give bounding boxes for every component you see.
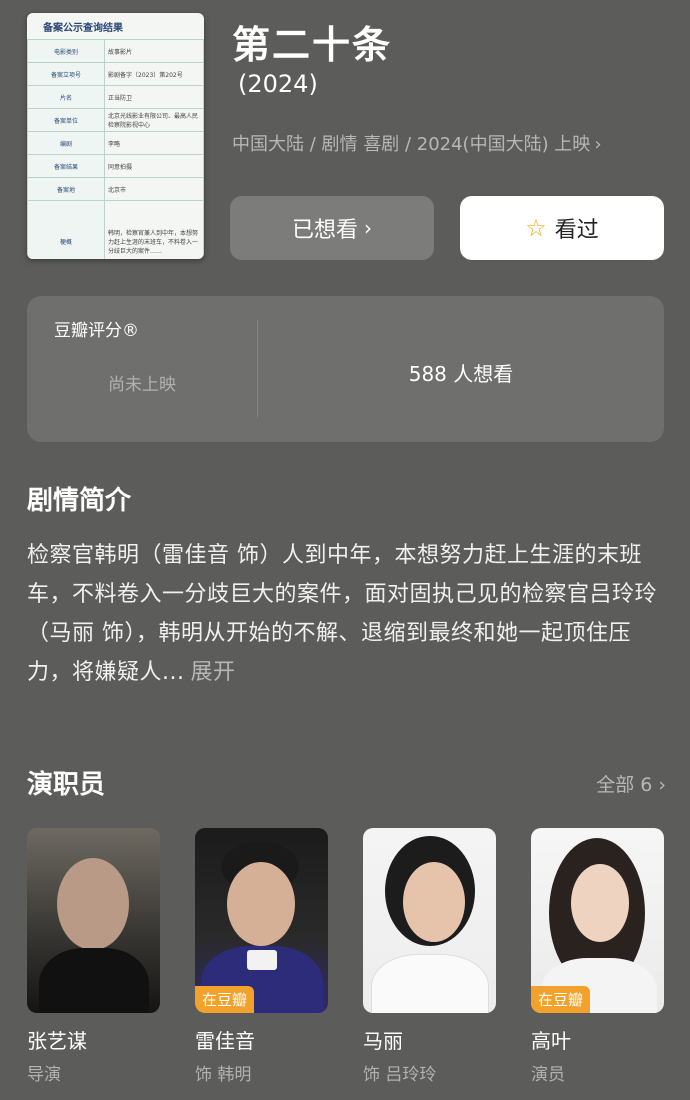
cast-all-link[interactable]: 全部 6 ›	[596, 770, 666, 797]
rating-title: 豆瓣评分®	[54, 321, 139, 341]
poster-value: 韩明，检察官兼人到中年，本想努力赶上生涯的末班车，不料卷入一分歧巨大的案件……	[104, 200, 204, 259]
cast-name: 雷佳音	[195, 1029, 255, 1053]
chevron-right-icon: ›	[594, 134, 602, 155]
cast-photo: 在豆瓣	[195, 828, 328, 1013]
wanted-button-label: 已想看	[291, 218, 358, 243]
rating-card[interactable]: 豆瓣评分® 尚未上映 588 人想看	[27, 296, 664, 442]
poster-key: 梗概	[27, 200, 105, 259]
cast-role: 演员	[531, 1065, 565, 1085]
movie-poster[interactable]: 备案公示查询结果 电影类别 故事影片 备案立项号 影剧备字〔2023〕第202号 片…	[27, 13, 204, 259]
poster-value: 北京市	[104, 177, 204, 201]
poster-value: 正当防卫	[104, 85, 204, 109]
portrait-body	[371, 954, 489, 1013]
wanted-button[interactable]: 已想看 ›	[230, 196, 434, 260]
poster-value: 同意拍摄	[104, 154, 204, 178]
plot-summary: 检察官韩明（雷佳音 饰）人到中年，本想努力赶上生涯的末班车，不料卷入一分歧巨大的…	[27, 536, 663, 692]
cast-role: 饰 韩明	[195, 1065, 252, 1085]
poster-key: 电影类别	[27, 39, 105, 63]
cast-name: 马丽	[363, 1029, 403, 1053]
poster-key: 片名	[27, 85, 105, 109]
movie-title: 第二十条	[232, 23, 393, 67]
cast-name: 张艺谋	[27, 1029, 87, 1053]
plot-text: 检察官韩明（雷佳音 饰）人到中年，本想努力赶上生涯的末班车，不料卷入一分歧巨大的…	[27, 543, 658, 685]
poster-key: 备案单位	[27, 108, 105, 132]
movie-meta-text: 中国大陆 / 剧情 喜剧 / 2024(中国大陆) 上映	[232, 134, 591, 155]
cast-photo: 在豆瓣	[531, 828, 664, 1013]
portrait-face	[227, 862, 295, 946]
cast-section-title: 演职员	[27, 770, 106, 800]
plot-section-title: 剧情简介	[27, 486, 132, 516]
poster-heading: 备案公示查询结果	[43, 23, 123, 34]
cast-photo	[27, 828, 160, 1013]
cast-role: 导演	[27, 1065, 61, 1085]
cast-role: 饰 吕玲玲	[363, 1065, 437, 1085]
seen-button[interactable]: ☆ 看过	[460, 196, 664, 260]
poster-value: 北京光线影业有限公司、最高人民检察院影视中心	[104, 108, 204, 132]
douban-badge: 在豆瓣	[531, 986, 591, 1013]
poster-key: 备案地	[27, 177, 105, 201]
poster-value: 故事影片	[104, 39, 204, 63]
star-icon: ☆	[525, 214, 547, 242]
poster-key: 编剧	[27, 131, 105, 155]
douban-badge: 在豆瓣	[195, 986, 255, 1013]
poster-value: 影剧备字〔2023〕第202号	[104, 62, 204, 86]
poster-record-table: 电影类别 故事影片 备案立项号 影剧备字〔2023〕第202号 片名 正当防卫 备案单…	[27, 39, 204, 259]
cast-card[interactable]: 马丽 饰 吕玲玲	[363, 828, 496, 1085]
wish-count: 588 人想看	[408, 362, 514, 386]
poster-key: 备案结果	[27, 154, 105, 178]
portrait-collar	[247, 950, 277, 970]
cast-card[interactable]: 在豆瓣 雷佳音 饰 韩明	[195, 828, 328, 1085]
portrait-face	[57, 858, 129, 950]
cast-photo	[363, 828, 496, 1013]
poster-key: 备案立项号	[27, 62, 105, 86]
poster-value: 李略	[104, 131, 204, 155]
cast-card[interactable]: 在豆瓣 高叶 演员	[531, 828, 664, 1085]
cast-name: 高叶	[531, 1029, 571, 1053]
portrait-face	[403, 862, 465, 942]
cast-all-label: 全部 6	[596, 774, 653, 796]
expand-link[interactable]: 展开	[190, 660, 235, 685]
chevron-right-icon: ›	[364, 216, 372, 240]
portrait-face	[571, 864, 629, 942]
seen-button-label: 看过	[554, 218, 599, 243]
portrait-body	[39, 948, 149, 1013]
movie-meta[interactable]: 中国大陆 / 剧情 喜剧 / 2024(中国大陆) 上映 ›	[232, 130, 602, 156]
chevron-right-icon: ›	[658, 774, 666, 796]
movie-year: (2024)	[238, 70, 318, 98]
cast-card[interactable]: 张艺谋 导演	[27, 828, 160, 1085]
rating-status: 尚未上映	[108, 375, 176, 395]
